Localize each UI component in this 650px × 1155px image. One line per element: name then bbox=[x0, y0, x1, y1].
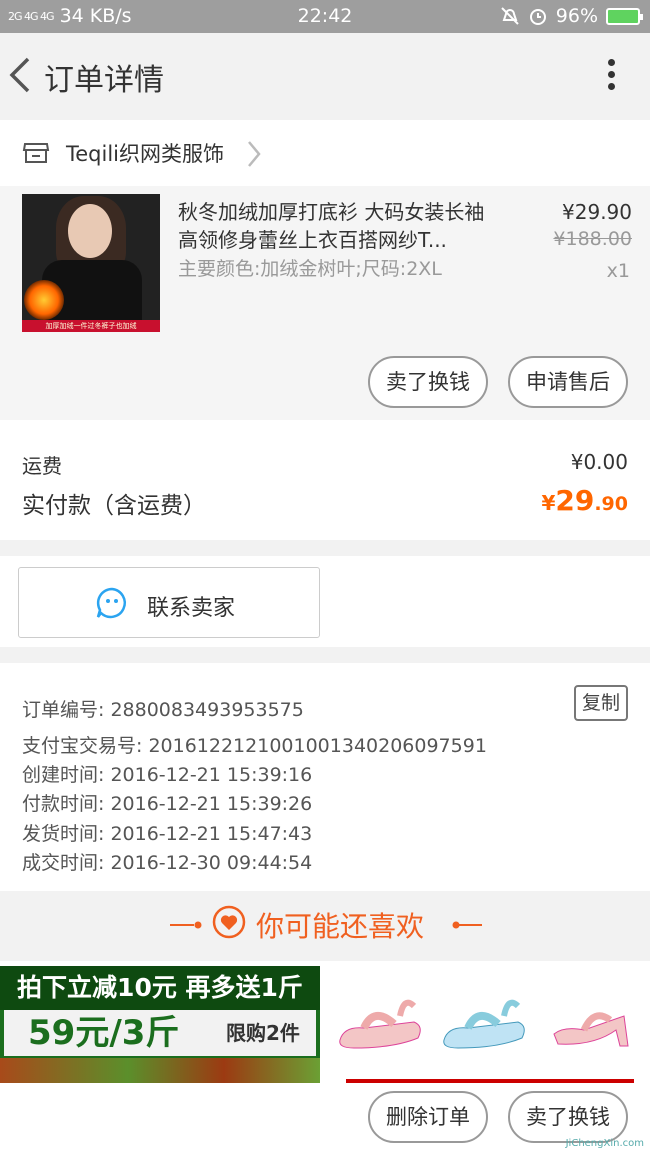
shop-row[interactable]: Teqili织网类服饰 bbox=[0, 120, 650, 186]
bottom-action-bar: 删除订单 卖了换钱 JiChengXin.com bbox=[0, 1083, 650, 1155]
recommend-header: 你可能还喜欢 bbox=[0, 891, 650, 961]
delete-order-button[interactable]: 删除订单 bbox=[368, 1091, 488, 1143]
blue-sandal-icon bbox=[443, 999, 525, 1049]
heart-icon bbox=[212, 905, 246, 939]
header: 订单详情 bbox=[0, 33, 650, 120]
promo-line1: 拍下立减10元 再多送1斤 bbox=[0, 966, 320, 1010]
pink-sandal-icon bbox=[339, 999, 421, 1049]
back-button[interactable] bbox=[6, 51, 42, 99]
chevron-left-icon bbox=[9, 57, 30, 93]
recommended-products: 拍下立减10元 再多送1斤 59元/3斤 限购2件 bbox=[0, 961, 650, 1083]
shop-name: Teqili织网类服饰 bbox=[66, 142, 225, 166]
shipping-value: ¥0.00 bbox=[570, 450, 628, 474]
more-dot-icon bbox=[608, 71, 615, 78]
product-card-fruit[interactable]: 拍下立减10元 再多送1斤 59元/3斤 限购2件 bbox=[0, 966, 320, 1083]
contact-seller-label: 联系卖家 bbox=[147, 596, 236, 621]
contact-area: 联系卖家 bbox=[0, 556, 650, 647]
order-item[interactable]: 加厚加绒一件过冬裤子也加绒 秋冬加绒加厚打底衫 大码女装长袖高领修身蕾丝上衣百搭… bbox=[0, 186, 650, 420]
chat-bubble-icon bbox=[96, 587, 126, 619]
product-title: 秋冬加绒加厚打底衫 大码女装长袖高领修身蕾丝上衣百搭网纱T... bbox=[178, 200, 485, 252]
battery-percent: 96% bbox=[555, 5, 598, 27]
status-right: 96% bbox=[500, 5, 643, 27]
promo-limit: 限购2件 bbox=[226, 1021, 300, 1045]
paid-decimal: .90 bbox=[594, 493, 628, 515]
image-band: 加厚加绒一件过冬裤子也加绒 bbox=[22, 320, 160, 332]
image-face bbox=[68, 204, 112, 258]
mute-icon bbox=[501, 7, 519, 25]
paid-currency: ¥ bbox=[541, 491, 556, 515]
more-dot-icon bbox=[608, 83, 615, 90]
product-image[interactable]: 加厚加绒一件过冬裤子也加绒 bbox=[22, 194, 160, 332]
paid-label: 实付款（含运费） bbox=[22, 493, 206, 519]
battery-icon bbox=[606, 7, 643, 25]
dot-left-icon bbox=[194, 921, 202, 929]
status-bar: 2G 4G 4G 34 KB/s 22:42 96% bbox=[0, 0, 650, 33]
created-time: 创建时间: 2016-12-21 15:39:16 bbox=[22, 764, 313, 786]
copy-button[interactable]: 复制 bbox=[574, 685, 628, 721]
divider-right bbox=[458, 924, 482, 926]
heel-sandal-icon bbox=[553, 1012, 629, 1047]
shipped-time: 发货时间: 2016-12-21 15:47:43 bbox=[22, 823, 313, 845]
order-number: 订单编号: 2880083493953575 bbox=[22, 699, 304, 721]
promo-price: 59元/3斤 bbox=[28, 1013, 180, 1053]
watermark: JiChengXin.com bbox=[565, 1138, 644, 1149]
recommend-title: 你可能还喜欢 bbox=[256, 910, 425, 943]
sell-exchange-button[interactable]: 卖了换钱 bbox=[368, 356, 488, 408]
more-menu-button[interactable] bbox=[608, 59, 616, 95]
product-spec: 主要颜色:加绒金树叶;尺码:2XL bbox=[178, 258, 442, 280]
after-sale-button[interactable]: 申请售后 bbox=[508, 356, 628, 408]
fire-icon bbox=[24, 280, 64, 320]
shipping-label: 运费 bbox=[22, 454, 62, 478]
product-price: ¥29.90 bbox=[562, 200, 632, 224]
alarm-icon bbox=[529, 9, 546, 25]
fee-summary: 运费 ¥0.00 实付款（含运费） ¥29.90 bbox=[0, 420, 650, 540]
divider-left bbox=[170, 924, 194, 926]
more-dot-icon bbox=[608, 59, 615, 66]
original-price: ¥188.00 bbox=[553, 228, 632, 250]
chevron-right-icon bbox=[248, 141, 261, 167]
paid-amount: ¥29.90 bbox=[541, 484, 628, 517]
quantity: x1 bbox=[606, 260, 630, 282]
store-icon bbox=[22, 143, 50, 163]
page-title: 订单详情 bbox=[44, 63, 164, 98]
product-card-sandals[interactable] bbox=[330, 966, 650, 1083]
contact-seller-button[interactable]: 联系卖家 bbox=[18, 567, 320, 638]
paid-time: 付款时间: 2016-12-21 15:39:26 bbox=[22, 793, 313, 815]
fruit-image bbox=[0, 1058, 320, 1083]
bottom-sell-exchange-button[interactable]: 卖了换钱 bbox=[508, 1091, 628, 1143]
order-info: 订单编号: 2880083493953575 复制 支付宝交易号: 201612… bbox=[0, 663, 650, 891]
alipay-number: 支付宝交易号: 2016122121001001340206097591 bbox=[22, 735, 487, 757]
promo-line2: 59元/3斤 限购2件 bbox=[4, 1010, 316, 1056]
paid-integer: 29 bbox=[555, 484, 595, 517]
completed-time: 成交时间: 2016-12-30 09:44:54 bbox=[22, 852, 313, 874]
